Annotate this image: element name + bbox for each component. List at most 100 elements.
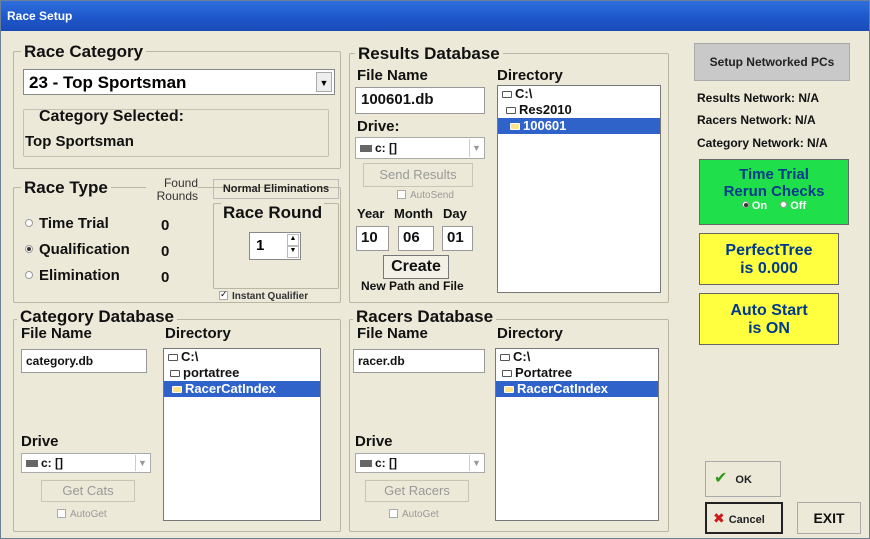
checkmark-icon: ✔ <box>714 470 728 487</box>
radio-time-trial-label: Time Trial <box>39 215 109 232</box>
open-folder-icon <box>502 91 512 98</box>
autosend-checkbox[interactable]: AutoSend <box>397 190 454 201</box>
folder-icon <box>172 386 182 393</box>
open-folder-icon <box>168 354 178 361</box>
results-drive-value: c: [] <box>375 141 397 155</box>
race-category-select[interactable]: 23 - Top Sportsman ▼ <box>23 69 335 95</box>
folder-icon <box>510 123 520 130</box>
directory-item-label: portatree <box>183 365 240 380</box>
radio-elimination[interactable]: Elimination <box>25 267 120 285</box>
chevron-down-icon[interactable]: ▼ <box>469 139 483 157</box>
drive-icon <box>360 460 372 467</box>
normal-eliminations-button[interactable]: Normal Eliminations <box>213 179 339 199</box>
race-setup-window: Race Setup Race Category 23 - Top Sports… <box>0 0 870 539</box>
open-folder-icon <box>506 107 516 114</box>
elimination-count: 0 <box>161 269 170 286</box>
racers-drive-label: Drive <box>355 433 393 450</box>
instant-qualifier-checkbox[interactable]: ✓ Instant Qualifier <box>219 289 308 302</box>
time-trial-rerun-panel[interactable]: Time Trial Rerun Checks On Off <box>699 159 849 225</box>
directory-item-selected[interactable]: RacerCatIndex <box>496 381 658 397</box>
create-button[interactable]: Create <box>383 255 449 279</box>
race-round-value: 1 <box>256 237 265 254</box>
spin-down-icon[interactable]: ▼ <box>287 246 299 258</box>
racers-directory-list[interactable]: C:\ Portatree RacerCatIndex <box>495 348 659 521</box>
perfect-tree-line2: is 0.000 <box>740 260 798 277</box>
month-input[interactable]: 06 <box>398 226 434 251</box>
setup-networked-pcs-button[interactable]: Setup Networked PCs <box>694 43 850 81</box>
checkbox-icon <box>389 509 398 518</box>
directory-item-selected[interactable]: 100601 <box>498 118 660 134</box>
folder-icon <box>504 386 514 393</box>
racers-drive-select[interactable]: c: [] ▼ <box>355 453 485 473</box>
category-drive-value: c: [] <box>41 456 63 470</box>
month-label: Month <box>394 206 433 221</box>
rerun-checks-title: Rerun Checks <box>723 183 825 200</box>
chevron-down-icon[interactable]: ▼ <box>135 455 149 471</box>
directory-item[interactable]: Res2010 <box>498 102 660 118</box>
chevron-down-icon[interactable]: ▼ <box>469 455 483 471</box>
spin-up-icon[interactable]: ▲ <box>287 234 299 246</box>
autosend-label: AutoSend <box>410 190 454 201</box>
results-directory-label: Directory <box>497 67 563 84</box>
auto-start-panel[interactable]: Auto Start is ON <box>699 293 839 345</box>
racers-database-legend: Racers Database <box>353 307 497 327</box>
found-rounds-label: Found Rounds <box>146 177 198 203</box>
category-file-name-input[interactable]: category.db <box>21 349 147 373</box>
results-drive-select[interactable]: c: [] ▼ <box>355 137 485 159</box>
directory-item[interactable]: C:\ <box>164 349 320 365</box>
qualification-count: 0 <box>161 243 170 260</box>
category-directory-list[interactable]: C:\ portatree RacerCatIndex <box>163 348 321 521</box>
rerun-on-radio[interactable]: On <box>741 200 767 212</box>
results-directory-list[interactable]: C:\ Res2010 100601 <box>497 85 661 293</box>
racers-file-name-label: File Name <box>357 325 428 342</box>
radio-qualification-label: Qualification <box>39 241 130 258</box>
radio-icon <box>780 201 788 208</box>
radio-qualification[interactable]: Qualification <box>25 241 130 259</box>
directory-item-label: 100601 <box>523 118 567 133</box>
year-input[interactable]: 10 <box>356 226 389 251</box>
auto-start-line2: is ON <box>748 320 790 337</box>
chevron-down-icon[interactable]: ▼ <box>316 72 332 92</box>
results-network-status: Results Network: N/A <box>697 91 820 105</box>
get-racers-button[interactable]: Get Racers <box>365 480 469 502</box>
category-network-status: Category Network: N/A <box>697 136 828 150</box>
rerun-off-radio[interactable]: Off <box>780 200 806 212</box>
perfect-tree-panel[interactable]: PerfectTree is 0.000 <box>699 233 839 285</box>
time-trial-title: Time Trial <box>739 166 809 183</box>
window-title: Race Setup <box>1 1 869 31</box>
directory-item[interactable]: C:\ <box>498 86 660 102</box>
directory-item-label: Res2010 <box>519 102 572 117</box>
checkbox-icon <box>57 509 66 518</box>
directory-item[interactable]: portatree <box>164 365 320 381</box>
category-selected-value: Top Sportsman <box>25 133 134 150</box>
exit-button[interactable]: EXIT <box>797 502 861 534</box>
racers-autoget-checkbox[interactable]: AutoGet <box>389 509 439 520</box>
directory-item-label: C:\ <box>513 349 531 364</box>
category-drive-select[interactable]: c: [] ▼ <box>21 453 151 473</box>
new-path-label: New Path and File <box>361 279 464 293</box>
race-type-legend: Race Type <box>21 178 111 198</box>
results-database-legend: Results Database <box>355 44 503 64</box>
radio-icon <box>25 219 33 227</box>
drive-icon <box>360 145 372 152</box>
radio-time-trial[interactable]: Time Trial <box>25 215 109 233</box>
directory-item[interactable]: C:\ <box>496 349 658 365</box>
get-cats-button[interactable]: Get Cats <box>41 480 135 502</box>
category-autoget-checkbox[interactable]: AutoGet <box>57 509 107 520</box>
race-round-label: Race Round <box>221 203 325 223</box>
autoget-label: AutoGet <box>70 509 107 520</box>
directory-item-label: C:\ <box>515 86 533 101</box>
cancel-button[interactable]: ✖ Cancel <box>705 502 783 534</box>
directory-item-selected[interactable]: RacerCatIndex <box>164 381 320 397</box>
racers-file-name-input[interactable]: racer.db <box>353 349 485 373</box>
directory-item[interactable]: Portatree <box>496 365 658 381</box>
results-file-name-input[interactable]: 100601.db <box>355 87 485 114</box>
category-database-legend: Category Database <box>17 307 178 327</box>
send-results-button[interactable]: Send Results <box>363 163 473 187</box>
auto-start-line1: Auto Start <box>730 302 808 319</box>
year-label: Year <box>357 206 385 221</box>
ok-button[interactable]: ✔ OK <box>705 461 781 497</box>
day-input[interactable]: 01 <box>442 226 473 251</box>
race-round-spinner[interactable]: 1 ▲ ▼ <box>249 232 301 260</box>
directory-item-label: C:\ <box>181 349 199 364</box>
